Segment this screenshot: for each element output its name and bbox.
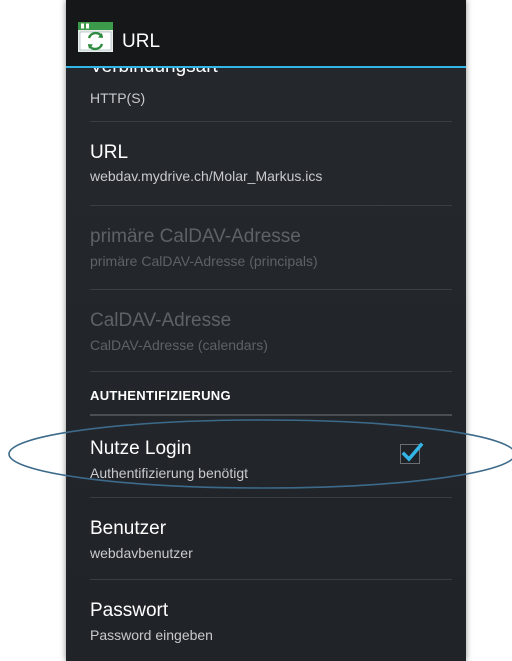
pref-password-summary: Password eingeben [90, 627, 213, 643]
action-bar: URL [66, 0, 466, 68]
pref-use-login-title: Nutze Login [90, 438, 192, 459]
checkmark-icon [401, 442, 424, 462]
pref-url-summary: webdav.mydrive.ch/Molar_Markus.ics [90, 168, 323, 184]
preference-list: Verbindungsart HTTP(S) URL webdav.mydriv… [66, 56, 466, 661]
pref-principals-url-summary: primäre CalDAV-Adresse (principals) [90, 253, 318, 269]
pref-principals-url-title: primäre CalDAV-Adresse [90, 226, 301, 247]
actionbar-title: URL [122, 31, 161, 52]
pref-principals-url: primäre CalDAV-Adresse primäre CalDAV-Ad… [90, 206, 452, 290]
pref-connection-type[interactable]: Verbindungsart HTTP(S) [90, 56, 452, 122]
section-label: AUTHENTIFIZIERUNG [90, 388, 231, 403]
pref-url-title: URL [90, 142, 129, 163]
pref-username-summary: webdavbenutzer [90, 545, 193, 561]
pref-calendars-url: CalDAV-Adresse CalDAV-Adresse (calendars… [90, 290, 452, 372]
phone-screen: Verbindungsart HTTP(S) URL webdav.mydriv… [66, 0, 466, 661]
pref-username[interactable]: Benutzer webdavbenutzer [90, 498, 452, 580]
calendar-sync-icon[interactable] [78, 22, 113, 52]
pref-connection-type-summary: HTTP(S) [90, 90, 146, 106]
pref-calendars-url-title: CalDAV-Adresse [90, 310, 232, 331]
pref-use-login[interactable]: Nutze Login Authentifizierung benötigt [90, 416, 452, 498]
use-login-checkbox[interactable] [400, 442, 424, 464]
pref-password-title: Passwort [90, 600, 169, 621]
pref-use-login-summary: Authentifizierung benötigt [90, 465, 248, 481]
pref-url[interactable]: URL webdav.mydrive.ch/Molar_Markus.ics [90, 122, 452, 206]
pref-calendars-url-summary: CalDAV-Adresse (calendars) [90, 337, 268, 353]
section-header-authentication: AUTHENTIFIZIERUNG [90, 372, 452, 416]
pref-password[interactable]: Passwort Password eingeben [90, 580, 452, 661]
pref-username-title: Benutzer [90, 518, 167, 539]
